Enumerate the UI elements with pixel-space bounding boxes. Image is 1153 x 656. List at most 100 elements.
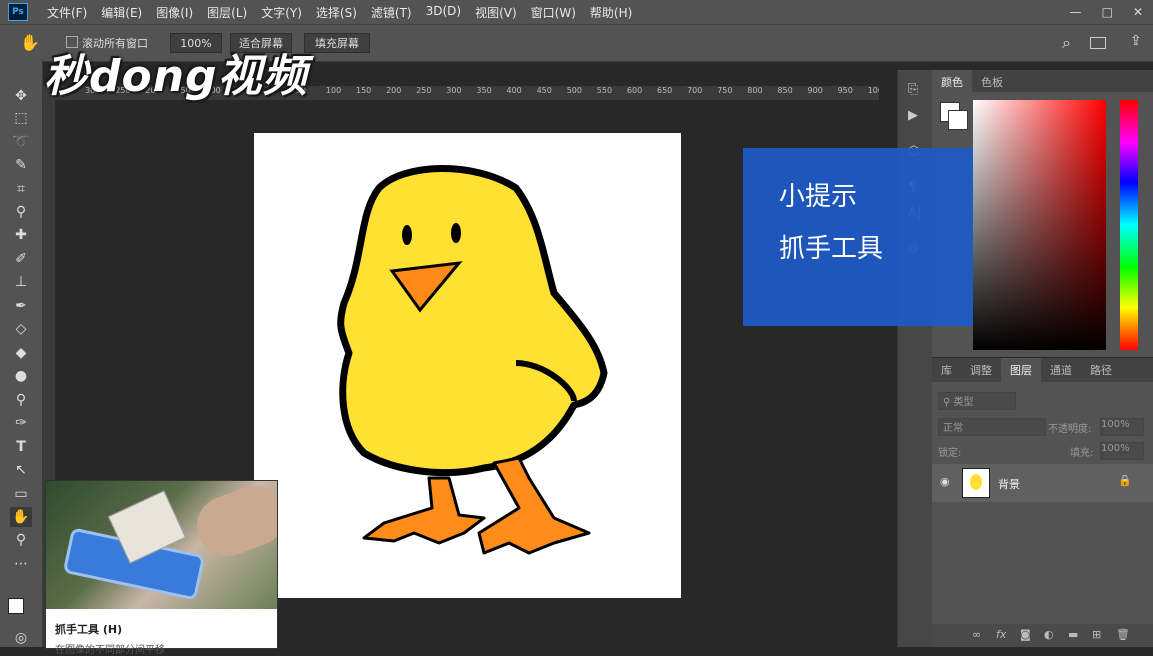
history-icon[interactable]: ⎘: [908, 82, 918, 97]
pen-tool-icon[interactable]: ✑: [10, 413, 32, 433]
ruler-tick-label: 100: [325, 86, 342, 95]
background-swatch[interactable]: [948, 110, 968, 130]
fill-field[interactable]: 100%: [1100, 442, 1144, 460]
more-tools-icon[interactable]: ⋯: [10, 554, 32, 574]
shape-tool-icon[interactable]: ▭: [10, 484, 32, 504]
opacity-field[interactable]: 100%: [1100, 418, 1144, 436]
tooltip-description: 在图像的不同部分间平移: [55, 645, 165, 656]
menu-window[interactable]: 窗口(W): [524, 4, 583, 21]
hue-slider[interactable]: [1120, 100, 1138, 350]
layer-filter-placeholder: 类型: [953, 397, 974, 408]
ruler-tick-label: 1000: [867, 86, 879, 95]
color-spectrum[interactable]: [973, 100, 1106, 350]
layer-thumbnail: [962, 468, 990, 498]
layer-row[interactable]: ◉ 背景 🔒: [932, 464, 1153, 502]
menu-view[interactable]: 视图(V): [468, 4, 524, 21]
lasso-tool-icon[interactable]: ➰: [10, 132, 32, 152]
menu-bar: Ps 文件(F) 编辑(E) 图像(I) 图层(L) 文字(Y) 选择(S) 滤…: [0, 0, 1153, 24]
layers-footer: ∞ fx ◙ ◐ ▬ ⊞ 🗑: [932, 624, 1153, 647]
tab-paths[interactable]: 路径: [1081, 358, 1121, 382]
ruler-tick-label: 400: [506, 86, 522, 95]
workspace-icon[interactable]: [1090, 37, 1106, 49]
eyedropper-tool-icon[interactable]: ⚲: [10, 202, 32, 222]
paint-bucket-tool-icon[interactable]: ◆: [10, 343, 32, 363]
menu-layer[interactable]: 图层(L): [200, 4, 254, 21]
actions-play-icon[interactable]: ▶: [908, 108, 918, 123]
foreground-color-swatch[interactable]: [8, 598, 24, 614]
quick-mask-icon[interactable]: ◎: [10, 628, 32, 648]
tooltip-title: 抓手工具 (H): [55, 623, 123, 636]
history-brush-tool-icon[interactable]: ✒: [10, 296, 32, 316]
tab-adjustments[interactable]: 调整: [961, 358, 1001, 382]
ruler-tick-label: 600: [626, 86, 643, 95]
marquee-tool-icon[interactable]: ⬚: [10, 108, 32, 128]
eraser-tool-icon[interactable]: ◇: [10, 319, 32, 339]
dodge-tool-icon[interactable]: ⚲: [10, 390, 32, 410]
ruler-tick-label: 750: [717, 86, 733, 95]
ruler-tick-label: 350: [476, 86, 492, 95]
crop-tool-icon[interactable]: ⌗: [10, 179, 32, 199]
group-folder-icon[interactable]: ▬: [1068, 628, 1078, 641]
stamp-tool-icon[interactable]: ⊥: [10, 272, 32, 292]
trash-icon[interactable]: 🗑: [1116, 628, 1130, 641]
blur-tool-icon[interactable]: ●: [10, 366, 32, 386]
tab-swatches[interactable]: 色板: [972, 70, 1012, 92]
hand-icon[interactable]: ✋: [20, 33, 40, 52]
ruler-tick-label: 850: [777, 86, 793, 95]
ruler-tick-label: 900: [807, 86, 823, 95]
opacity-label: 不透明度:: [1048, 424, 1092, 435]
layer-filter-input[interactable]: ⚲ 类型: [938, 392, 1016, 410]
quick-select-tool-icon[interactable]: ✎: [10, 155, 32, 175]
menu-filter[interactable]: 滤镜(T): [364, 4, 419, 21]
tip-overlay: 小提示 抓手工具: [743, 148, 973, 326]
window-controls: — □ ✕: [1070, 0, 1143, 24]
visibility-eye-icon[interactable]: ◉: [940, 475, 950, 488]
ruler-tick-label: 650: [657, 86, 673, 95]
tooltip-preview-image: [46, 481, 277, 609]
watermark-logo: 秒dong视频: [44, 51, 308, 102]
menu-image[interactable]: 图像(I): [149, 4, 200, 21]
blend-mode-select[interactable]: 正常: [938, 418, 1046, 436]
tab-layers[interactable]: 图层: [1001, 358, 1041, 382]
minimize-icon[interactable]: —: [1070, 5, 1082, 19]
fx-icon[interactable]: fx: [996, 628, 1006, 641]
menu-help[interactable]: 帮助(H): [583, 4, 639, 21]
share-icon[interactable]: ⇪: [1130, 33, 1142, 49]
menu-edit[interactable]: 编辑(E): [94, 4, 149, 21]
ruler-tick-label: 550: [596, 86, 613, 95]
mask-icon[interactable]: ◙: [1020, 628, 1031, 641]
search-icon[interactable]: ⌕: [1062, 33, 1071, 53]
document-canvas[interactable]: [254, 133, 681, 598]
layers-panel-tabs: 库 调整 图层 通道 路径: [932, 358, 1153, 382]
menu-file[interactable]: 文件(F): [40, 4, 94, 21]
path-select-tool-icon[interactable]: ↖: [10, 460, 32, 480]
ruler-tick-label: 700: [687, 86, 703, 95]
fill-screen-button[interactable]: 填充屏幕: [304, 33, 370, 53]
ruler-tick-label: 450: [536, 86, 552, 95]
tools-panel: ✥ ⬚ ➰ ✎ ⌗ ⚲ ✚ ✐ ⊥ ✒ ◇ ◆ ● ⚲ ✑ T ↖ ▭ ✋ ⚲ …: [0, 60, 43, 647]
menu-3d[interactable]: 3D(D): [419, 4, 468, 21]
new-layer-icon[interactable]: ⊞: [1092, 628, 1101, 641]
tab-color[interactable]: 颜色: [932, 70, 972, 92]
link-layers-icon[interactable]: ∞: [972, 628, 981, 641]
type-tool-icon[interactable]: T: [10, 437, 32, 457]
tab-libraries[interactable]: 库: [932, 358, 961, 382]
zoom-tool-icon[interactable]: ⚲: [10, 530, 32, 550]
ruler-tick-label: 950: [837, 86, 853, 95]
hand-tool-icon[interactable]: ✋: [10, 507, 32, 527]
move-tool-icon[interactable]: ✥: [10, 86, 32, 106]
close-icon[interactable]: ✕: [1133, 5, 1143, 19]
maximize-icon[interactable]: □: [1102, 5, 1113, 19]
tab-channels[interactable]: 通道: [1041, 358, 1081, 382]
ruler-tick-label: 150: [356, 86, 372, 95]
adjustment-layer-icon[interactable]: ◐: [1044, 628, 1054, 641]
healing-tool-icon[interactable]: ✚: [10, 225, 32, 245]
lock-icon: 🔒: [1118, 474, 1132, 487]
brush-tool-icon[interactable]: ✐: [10, 249, 32, 269]
color-panel-tabs: 颜色 色板: [932, 70, 1153, 92]
photoshop-logo-icon: Ps: [8, 3, 28, 21]
menu-select[interactable]: 选择(S): [309, 4, 364, 21]
menu-type[interactable]: 文字(Y): [254, 4, 309, 21]
ruler-tick-label: 500: [566, 86, 582, 95]
layer-name[interactable]: 背景: [998, 476, 1020, 492]
